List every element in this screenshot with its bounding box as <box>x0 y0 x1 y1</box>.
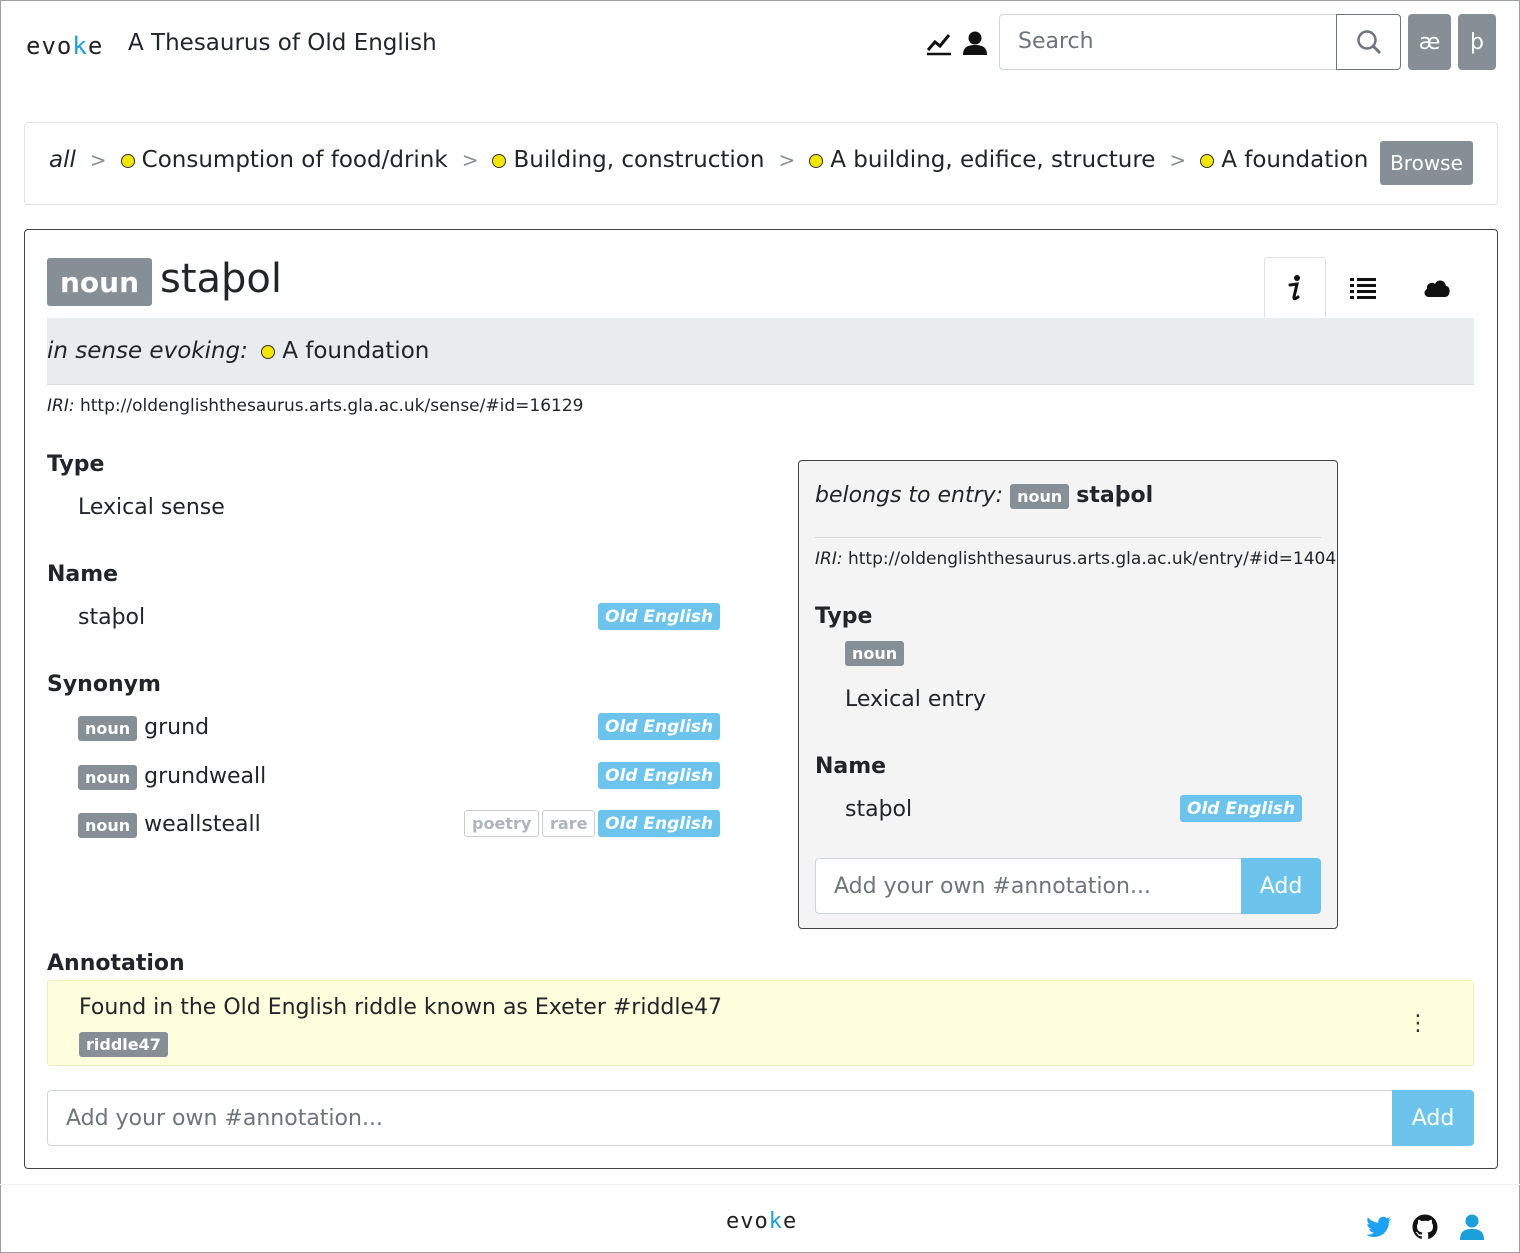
entry-headword-link[interactable]: staþol <box>1076 483 1153 508</box>
cloud-icon <box>1424 280 1450 297</box>
entry-name-value: staþol <box>845 797 913 822</box>
pos-badge: noun <box>78 812 138 838</box>
evoke-logo[interactable]: evoke <box>26 32 103 60</box>
chart-line-icon[interactable] <box>926 30 952 56</box>
concept-dot-icon <box>492 153 507 168</box>
sense-headword: staþol <box>160 256 283 302</box>
divider <box>815 537 1321 538</box>
name-value: staþol <box>78 605 146 630</box>
breadcrumb-separator: > <box>461 148 479 172</box>
concept-dot-icon <box>120 153 135 168</box>
profile-icon[interactable] <box>1458 1213 1486 1241</box>
view-tabs <box>1264 257 1468 319</box>
tab-info[interactable] <box>1264 257 1326 319</box>
breadcrumb-separator: > <box>89 148 107 172</box>
info-icon <box>1288 275 1300 301</box>
breadcrumb: all > Consumption of food/drink > Buildi… <box>24 122 1498 205</box>
breadcrumb-item[interactable]: A foundation <box>1200 147 1368 173</box>
evoking-label: in sense evoking: <box>47 338 248 364</box>
app-title[interactable]: A Thesaurus of Old English <box>128 30 437 56</box>
usage-tag-poetry: poetry <box>464 810 540 837</box>
type-value: Lexical sense <box>78 495 225 520</box>
annotation-input[interactable]: Add your own #annotation... <box>47 1090 1393 1146</box>
synonym-item[interactable]: noun grund <box>78 715 209 741</box>
breadcrumb-item[interactable]: Consumption of food/drink <box>120 147 448 173</box>
github-icon[interactable] <box>1411 1213 1439 1241</box>
entry-panel: belongs to entry: noun staþol IRI: http:… <box>798 460 1338 929</box>
insert-thorn-button[interactable]: þ <box>1458 14 1496 70</box>
entry-iri: IRI: http://oldenglishthesaurus.arts.gla… <box>815 549 1337 569</box>
top-navbar: evoke A Thesaurus of Old English Search … <box>0 0 1520 90</box>
tab-list[interactable] <box>1332 257 1394 319</box>
pos-badge: noun <box>78 764 138 790</box>
breadcrumb-separator: > <box>778 148 796 172</box>
pos-badge: noun <box>1010 483 1070 509</box>
search-button[interactable] <box>1336 14 1401 70</box>
entry-add-annotation-button[interactable]: Add <box>1241 858 1321 914</box>
footer-logo[interactable]: evoke <box>726 1209 797 1234</box>
sense-card: noun staþol in sense evoking: A foundati… <box>24 229 1498 1169</box>
sense-iri-link[interactable]: http://oldenglishthesaurus.arts.gla.ac.u… <box>80 396 583 416</box>
sense-iri: IRI: http://oldenglishthesaurus.arts.gla… <box>47 396 584 416</box>
concept-dot-icon <box>261 344 276 359</box>
synonym-item[interactable]: noun weallsteall <box>78 812 261 838</box>
entry-annotation-input[interactable]: Add your own #annotation... <box>815 858 1242 914</box>
list-icon <box>1350 278 1376 299</box>
breadcrumb-root[interactable]: all <box>49 147 76 173</box>
entry-type-heading: Type <box>815 604 873 629</box>
user-icon[interactable] <box>962 30 988 56</box>
breadcrumb-item[interactable]: A building, edifice, structure <box>809 147 1155 173</box>
breadcrumb-item[interactable]: Building, construction <box>492 147 764 173</box>
name-heading: Name <box>47 562 119 587</box>
usage-tag-rare: rare <box>542 810 596 837</box>
concept-dot-icon <box>1200 153 1215 168</box>
search-icon <box>1356 30 1381 55</box>
entry-name-heading: Name <box>815 754 887 779</box>
language-badge: Old English <box>598 603 721 630</box>
evoking-concept-link[interactable]: A foundation <box>255 338 429 364</box>
pos-badge: noun <box>78 715 138 741</box>
annotation-heading: Annotation <box>47 951 185 976</box>
annotation-menu-icon[interactable]: ⋮ <box>1407 1011 1429 1036</box>
language-badge: Old English <box>1180 795 1303 822</box>
language-badge: Old English <box>598 810 721 837</box>
concept-dot-icon <box>809 153 824 168</box>
breadcrumb-separator: > <box>1169 148 1187 172</box>
language-badge: Old English <box>598 762 721 789</box>
browse-button[interactable]: Browse <box>1380 141 1473 185</box>
synonym-heading: Synonym <box>47 672 161 697</box>
entry-header: belongs to entry: noun staþol <box>815 483 1154 509</box>
type-heading: Type <box>47 452 105 477</box>
sense-evoking-bar: in sense evoking: A foundation <box>47 318 1474 385</box>
insert-ash-button[interactable]: æ <box>1408 14 1451 70</box>
pos-badge: noun <box>47 258 153 306</box>
language-badge: Old English <box>598 713 721 740</box>
footer: evoke <box>0 1184 1520 1253</box>
entry-type-badge: noun <box>845 641 905 666</box>
entry-type-value: Lexical entry <box>845 687 987 712</box>
hashtag-badge[interactable]: riddle47 <box>79 1032 168 1057</box>
search-input[interactable]: Search <box>999 14 1337 70</box>
tab-cloud[interactable] <box>1406 257 1468 319</box>
synonym-item[interactable]: noun grundweall <box>78 764 266 790</box>
entry-iri-link[interactable]: http://oldenglishthesaurus.arts.gla.ac.u… <box>848 549 1336 569</box>
add-annotation-button[interactable]: Add <box>1392 1090 1474 1146</box>
annotation-card: Found in the Old English riddle known as… <box>47 980 1474 1066</box>
twitter-icon[interactable] <box>1364 1213 1392 1241</box>
annotation-text: Found in the Old English riddle known as… <box>79 995 723 1020</box>
